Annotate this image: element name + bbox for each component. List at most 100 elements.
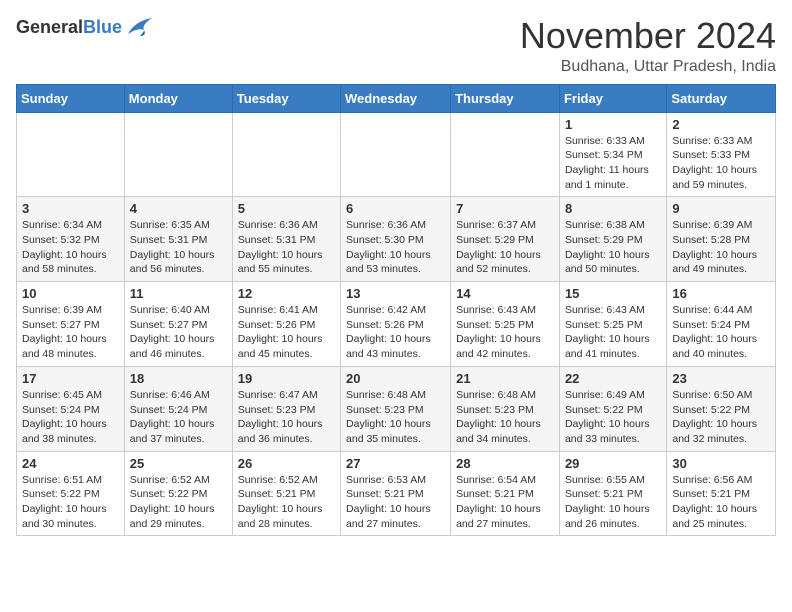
calendar-header-tuesday: Tuesday — [232, 84, 340, 112]
day-info: Sunrise: 6:50 AM Sunset: 5:22 PM Dayligh… — [672, 388, 770, 447]
calendar-cell: 6Sunrise: 6:36 AM Sunset: 5:30 PM Daylig… — [341, 197, 451, 282]
logo-bird-icon — [124, 16, 152, 38]
calendar-cell: 10 Sunrise: 6:39 AM Sunset: 5:27 PM Dayli… — [17, 282, 125, 367]
calendar-cell: 9 Sunrise: 6:39 AM Sunset: 5:28 PM Daylig… — [667, 197, 776, 282]
calendar-cell: 18 Sunrise: 6:46 AM Sunset: 5:24 PM Dayli… — [124, 366, 232, 451]
calendar-header-row: SundayMondayTuesdayWednesdayThursdayFrid… — [17, 84, 776, 112]
day-info: Sunrise: 6:45 AM Sunset: 5:24 PM Dayligh… — [22, 388, 119, 447]
day-number: 10 — [22, 286, 119, 301]
day-info: Sunrise: 6:39 AM Sunset: 5:27 PM Dayligh… — [22, 303, 119, 362]
calendar-cell: 24 Sunrise: 6:51 AM Sunset: 5:22 PM Dayli… — [17, 451, 125, 536]
day-number: 11 — [130, 286, 227, 301]
calendar-cell: 1 Sunrise: 6:33 AM Sunset: 5:34 PM Daylig… — [559, 112, 666, 197]
calendar-cell — [341, 112, 451, 197]
calendar-cell: 17 Sunrise: 6:45 AM Sunset: 5:24 PM Dayli… — [17, 366, 125, 451]
day-number: 19 — [238, 371, 335, 386]
calendar-week-1: 1 Sunrise: 6:33 AM Sunset: 5:34 PM Daylig… — [17, 112, 776, 197]
header: GeneralBlue November 2024 Budhana, Uttar… — [16, 16, 776, 76]
day-info: Sunrise: 6:43 AM Sunset: 5:25 PM Dayligh… — [456, 303, 554, 362]
calendar-week-5: 24 Sunrise: 6:51 AM Sunset: 5:22 PM Dayli… — [17, 451, 776, 536]
calendar-cell: 30 Sunrise: 6:56 AM Sunset: 5:21 PM Dayli… — [667, 451, 776, 536]
day-number: 6 — [346, 201, 445, 216]
day-number: 8 — [565, 201, 661, 216]
calendar-cell: 5 Sunrise: 6:36 AM Sunset: 5:31 PM Daylig… — [232, 197, 340, 282]
day-number: 12 — [238, 286, 335, 301]
page-container: GeneralBlue November 2024 Budhana, Uttar… — [16, 16, 776, 536]
day-info: Sunrise: 6:36 AM Sunset: 5:31 PM Dayligh… — [238, 218, 335, 277]
day-info: Sunrise: 6:39 AM Sunset: 5:28 PM Dayligh… — [672, 218, 770, 277]
calendar-cell: 29Sunrise: 6:55 AM Sunset: 5:21 PM Dayli… — [559, 451, 666, 536]
calendar-cell: 16 Sunrise: 6:44 AM Sunset: 5:24 PM Dayli… — [667, 282, 776, 367]
day-number: 22 — [565, 371, 661, 386]
calendar-cell: 28 Sunrise: 6:54 AM Sunset: 5:21 PM Dayli… — [451, 451, 560, 536]
day-number: 28 — [456, 456, 554, 471]
day-number: 4 — [130, 201, 227, 216]
day-number: 30 — [672, 456, 770, 471]
day-info: Sunrise: 6:47 AM Sunset: 5:23 PM Dayligh… — [238, 388, 335, 447]
day-info: Sunrise: 6:34 AM Sunset: 5:32 PM Dayligh… — [22, 218, 119, 277]
day-info: Sunrise: 6:51 AM Sunset: 5:22 PM Dayligh… — [22, 473, 119, 532]
calendar-cell: 12 Sunrise: 6:41 AM Sunset: 5:26 PM Dayli… — [232, 282, 340, 367]
calendar-cell — [17, 112, 125, 197]
day-number: 27 — [346, 456, 445, 471]
calendar-cell: 7 Sunrise: 6:37 AM Sunset: 5:29 PM Daylig… — [451, 197, 560, 282]
day-info: Sunrise: 6:56 AM Sunset: 5:21 PM Dayligh… — [672, 473, 770, 532]
calendar-header-thursday: Thursday — [451, 84, 560, 112]
logo: GeneralBlue — [16, 16, 152, 38]
day-number: 16 — [672, 286, 770, 301]
calendar-table: SundayMondayTuesdayWednesdayThursdayFrid… — [16, 84, 776, 537]
day-number: 15 — [565, 286, 661, 301]
location-title: Budhana, Uttar Pradesh, India — [520, 58, 776, 76]
day-info: Sunrise: 6:52 AM Sunset: 5:21 PM Dayligh… — [238, 473, 335, 532]
day-number: 2 — [672, 117, 770, 132]
calendar-cell: 4Sunrise: 6:35 AM Sunset: 5:31 PM Daylig… — [124, 197, 232, 282]
calendar-cell: 21Sunrise: 6:48 AM Sunset: 5:23 PM Dayli… — [451, 366, 560, 451]
day-info: Sunrise: 6:48 AM Sunset: 5:23 PM Dayligh… — [346, 388, 445, 447]
calendar-header-wednesday: Wednesday — [341, 84, 451, 112]
day-info: Sunrise: 6:33 AM Sunset: 5:33 PM Dayligh… — [672, 134, 770, 193]
day-number: 9 — [672, 201, 770, 216]
day-info: Sunrise: 6:55 AM Sunset: 5:21 PM Dayligh… — [565, 473, 661, 532]
day-info: Sunrise: 6:38 AM Sunset: 5:29 PM Dayligh… — [565, 218, 661, 277]
calendar-cell — [124, 112, 232, 197]
calendar-cell: 3 Sunrise: 6:34 AM Sunset: 5:32 PM Daylig… — [17, 197, 125, 282]
day-info: Sunrise: 6:43 AM Sunset: 5:25 PM Dayligh… — [565, 303, 661, 362]
calendar-header-saturday: Saturday — [667, 84, 776, 112]
calendar-cell — [451, 112, 560, 197]
title-section: November 2024 Budhana, Uttar Pradesh, In… — [520, 16, 776, 76]
day-number: 7 — [456, 201, 554, 216]
calendar-cell: 23 Sunrise: 6:50 AM Sunset: 5:22 PM Dayli… — [667, 366, 776, 451]
calendar-header-monday: Monday — [124, 84, 232, 112]
calendar-cell: 2 Sunrise: 6:33 AM Sunset: 5:33 PM Daylig… — [667, 112, 776, 197]
day-info: Sunrise: 6:33 AM Sunset: 5:34 PM Dayligh… — [565, 134, 661, 193]
calendar-cell — [232, 112, 340, 197]
day-number: 13 — [346, 286, 445, 301]
calendar-week-4: 17 Sunrise: 6:45 AM Sunset: 5:24 PM Dayli… — [17, 366, 776, 451]
day-info: Sunrise: 6:41 AM Sunset: 5:26 PM Dayligh… — [238, 303, 335, 362]
day-number: 14 — [456, 286, 554, 301]
logo-general-text: General — [16, 17, 83, 37]
calendar-cell: 8 Sunrise: 6:38 AM Sunset: 5:29 PM Daylig… — [559, 197, 666, 282]
calendar-cell: 20 Sunrise: 6:48 AM Sunset: 5:23 PM Dayli… — [341, 366, 451, 451]
day-number: 23 — [672, 371, 770, 386]
day-info: Sunrise: 6:49 AM Sunset: 5:22 PM Dayligh… — [565, 388, 661, 447]
day-number: 24 — [22, 456, 119, 471]
day-number: 25 — [130, 456, 227, 471]
day-number: 17 — [22, 371, 119, 386]
calendar-cell: 15 Sunrise: 6:43 AM Sunset: 5:25 PM Dayli… — [559, 282, 666, 367]
day-info: Sunrise: 6:53 AM Sunset: 5:21 PM Dayligh… — [346, 473, 445, 532]
day-info: Sunrise: 6:37 AM Sunset: 5:29 PM Dayligh… — [456, 218, 554, 277]
day-number: 18 — [130, 371, 227, 386]
calendar-cell: 14 Sunrise: 6:43 AM Sunset: 5:25 PM Dayli… — [451, 282, 560, 367]
day-number: 5 — [238, 201, 335, 216]
day-info: Sunrise: 6:54 AM Sunset: 5:21 PM Dayligh… — [456, 473, 554, 532]
day-number: 21 — [456, 371, 554, 386]
day-number: 3 — [22, 201, 119, 216]
day-number: 26 — [238, 456, 335, 471]
day-info: Sunrise: 6:44 AM Sunset: 5:24 PM Dayligh… — [672, 303, 770, 362]
day-number: 1 — [565, 117, 661, 132]
day-number: 20 — [346, 371, 445, 386]
calendar-cell: 26 Sunrise: 6:52 AM Sunset: 5:21 PM Dayli… — [232, 451, 340, 536]
month-title: November 2024 — [520, 16, 776, 56]
day-info: Sunrise: 6:46 AM Sunset: 5:24 PM Dayligh… — [130, 388, 227, 447]
